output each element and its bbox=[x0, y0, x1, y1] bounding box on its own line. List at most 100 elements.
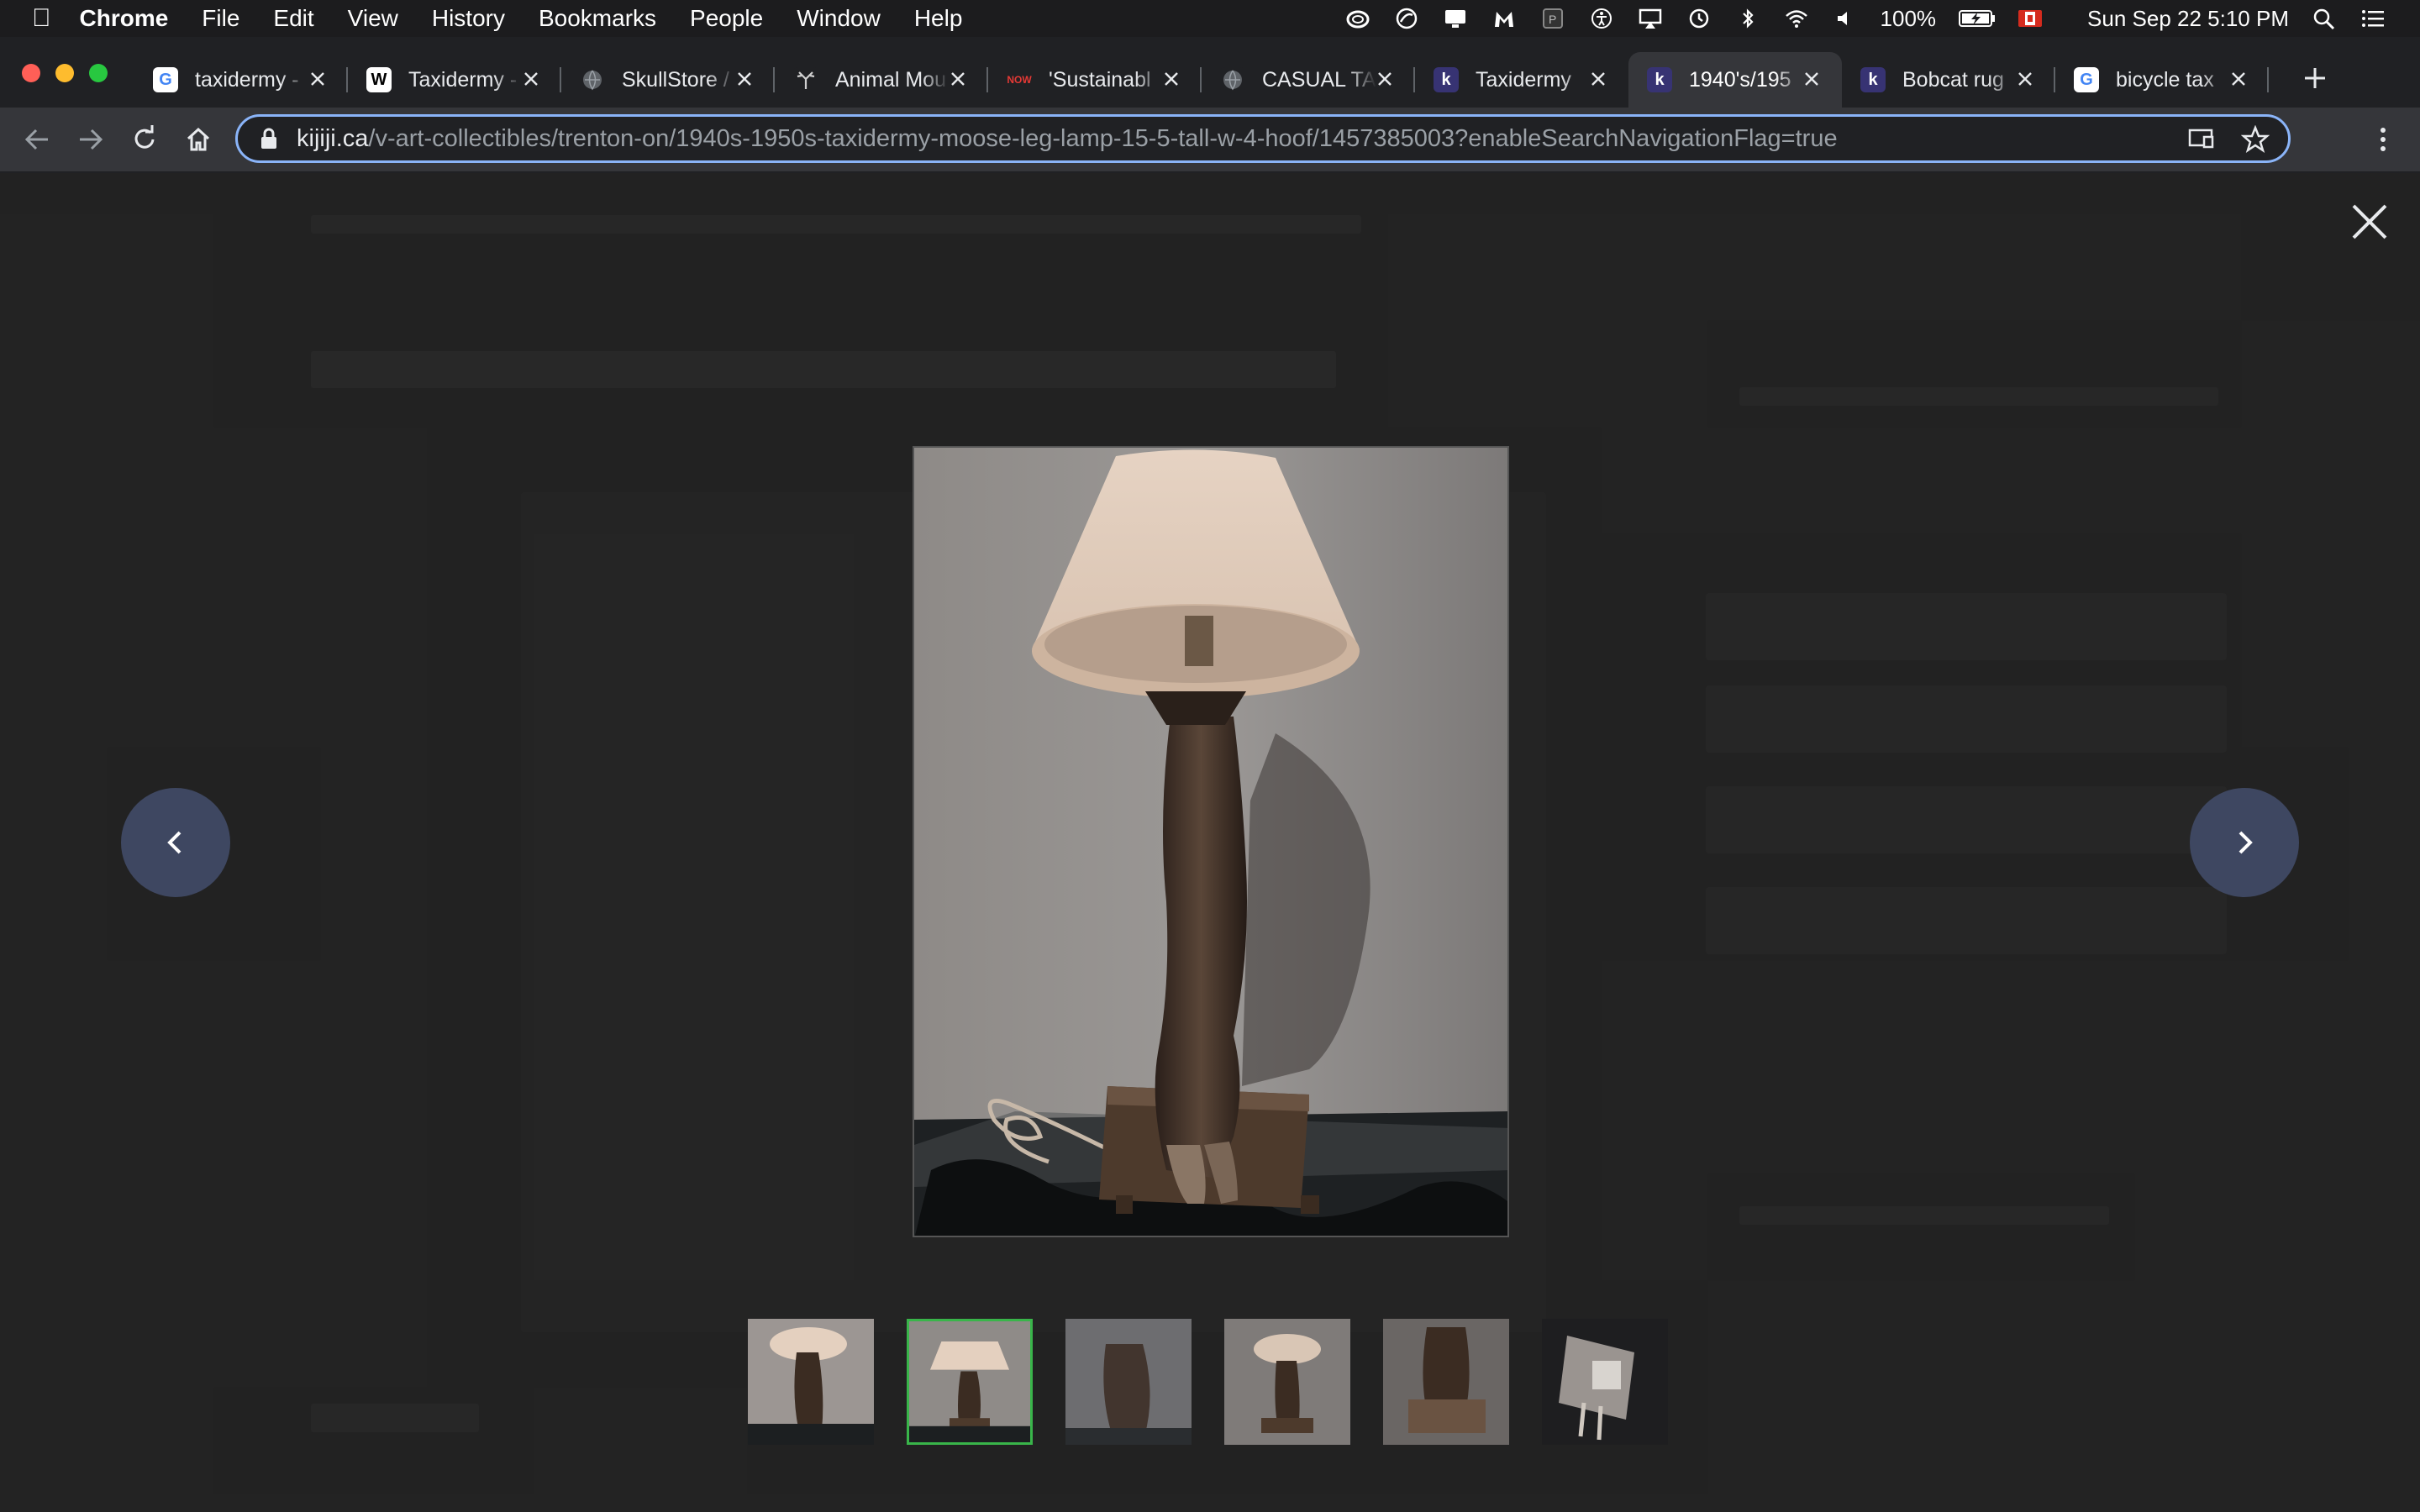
window-close-button[interactable] bbox=[22, 64, 40, 82]
macos-menu-bar:  Chrome File Edit View History Bookmark… bbox=[0, 0, 2420, 37]
plus-icon bbox=[2305, 68, 2325, 88]
volume-icon[interactable] bbox=[1832, 6, 1859, 31]
malwarebytes-icon[interactable] bbox=[1491, 6, 1518, 31]
apple-icon[interactable]:  bbox=[32, 4, 51, 33]
tab-favicon-icon: G bbox=[153, 67, 178, 92]
tab-title: CASUAL TA bbox=[1262, 67, 1376, 92]
menu-help[interactable]: Help bbox=[914, 5, 963, 32]
tab-2[interactable]: W Taxidermy - bbox=[348, 52, 561, 108]
tab-close-icon[interactable] bbox=[733, 67, 756, 91]
menu-history[interactable]: History bbox=[432, 5, 505, 32]
tab-separator bbox=[2267, 67, 2269, 92]
spotlight-search-icon[interactable] bbox=[2311, 6, 2338, 31]
tab-title: Animal Mou bbox=[835, 67, 946, 92]
canada-flag-icon[interactable] bbox=[2018, 10, 2043, 27]
tab-1[interactable]: Gtaxidermy - bbox=[134, 52, 348, 108]
window-minimize-button[interactable] bbox=[55, 64, 74, 82]
tab-5[interactable]: NOW 'Sustainabl bbox=[988, 52, 1202, 108]
tab-title: bicycle tax bbox=[2116, 67, 2214, 92]
close-icon bbox=[2352, 204, 2387, 239]
tab-7[interactable]: k Taxidermy bbox=[1415, 52, 1628, 108]
clock-text[interactable]: Sun Sep 22 5:10 PM bbox=[2087, 6, 2289, 32]
tab-close-icon[interactable] bbox=[519, 67, 543, 91]
tab-close-icon[interactable] bbox=[1373, 67, 1397, 91]
tab-favicon-icon: k bbox=[1434, 67, 1459, 92]
thumbnail-5[interactable] bbox=[1383, 1319, 1509, 1445]
airplay-icon[interactable] bbox=[1637, 6, 1664, 31]
tab-10[interactable]: Gbicycle tax bbox=[2055, 52, 2269, 108]
tab-close-icon[interactable] bbox=[946, 67, 970, 91]
accessibility-icon[interactable] bbox=[1588, 6, 1615, 31]
time-machine-icon[interactable] bbox=[1686, 6, 1712, 31]
thumbnail-6[interactable] bbox=[1542, 1319, 1668, 1445]
tab-title: 1940's/195 bbox=[1689, 67, 1791, 92]
creative-cloud-icon[interactable] bbox=[1344, 6, 1371, 31]
chevron-left-icon bbox=[167, 831, 182, 854]
lock-icon[interactable] bbox=[260, 127, 278, 150]
home-button[interactable] bbox=[178, 119, 218, 160]
menu-file[interactable]: File bbox=[202, 5, 239, 32]
page-viewport bbox=[0, 173, 2420, 1512]
bluetooth-icon[interactable] bbox=[1734, 6, 1761, 31]
thumbnail-4[interactable] bbox=[1224, 1319, 1350, 1445]
url-domain: kijiji.ca bbox=[297, 124, 369, 152]
status-area: P 100% Sun Sep 22 5:10 PM bbox=[1344, 0, 2386, 37]
lightbox-close-button[interactable] bbox=[2349, 201, 2391, 243]
p-app-icon[interactable]: P bbox=[1539, 6, 1566, 31]
tab-close-icon[interactable] bbox=[1800, 67, 1823, 91]
menu-edit[interactable]: Edit bbox=[273, 5, 313, 32]
tab-title: 'Sustainabl bbox=[1049, 67, 1151, 92]
thumbnail-1[interactable] bbox=[748, 1319, 874, 1445]
cast-icon[interactable] bbox=[2187, 127, 2216, 159]
tab-close-icon[interactable] bbox=[2227, 67, 2250, 91]
thumbnail-strip bbox=[748, 1319, 1668, 1446]
battery-charging-icon[interactable] bbox=[1958, 6, 1996, 31]
menu-bookmarks[interactable]: Bookmarks bbox=[539, 5, 656, 32]
battery-percent: 100% bbox=[1880, 5, 1937, 31]
tab-strip: Gtaxidermy - W Taxidermy - SkullStore / A… bbox=[0, 37, 2420, 108]
tab-6[interactable]: CASUAL TA bbox=[1202, 52, 1415, 108]
menu-window[interactable]: Window bbox=[797, 5, 881, 32]
wifi-icon[interactable] bbox=[1783, 6, 1810, 31]
reload-button[interactable] bbox=[124, 119, 165, 160]
new-tab-button[interactable] bbox=[2294, 57, 2336, 99]
url-path: /v-art-collectibles/trenton-on/1940s-195… bbox=[368, 124, 1838, 152]
tab-title: Taxidermy - bbox=[408, 67, 518, 92]
tab-title: SkullStore / bbox=[622, 67, 729, 92]
tab-4[interactable]: Animal Mou bbox=[775, 52, 988, 108]
tab-close-icon[interactable] bbox=[2013, 67, 2037, 91]
forward-button[interactable] bbox=[71, 119, 111, 160]
chrome-menu-button[interactable] bbox=[2363, 119, 2403, 160]
sync-circle-icon[interactable] bbox=[1393, 6, 1420, 31]
menu-view[interactable]: View bbox=[348, 5, 398, 32]
thumbnail-2[interactable] bbox=[907, 1319, 1033, 1445]
tab-list: Gtaxidermy - W Taxidermy - SkullStore / A… bbox=[134, 52, 2269, 108]
tab-favicon-icon bbox=[580, 67, 605, 92]
window-zoom-button[interactable] bbox=[89, 64, 108, 82]
main-listing-photo bbox=[913, 446, 1509, 1237]
tab-close-icon[interactable] bbox=[306, 67, 329, 91]
bookmark-star-icon[interactable] bbox=[2240, 124, 2270, 160]
display-icon[interactable] bbox=[1442, 6, 1469, 31]
notification-center-icon[interactable] bbox=[2360, 6, 2386, 31]
tab-title: Taxidermy bbox=[1476, 67, 1571, 92]
tab-favicon-icon bbox=[793, 67, 818, 92]
thumbnail-3[interactable] bbox=[1065, 1319, 1192, 1445]
next-image-button[interactable] bbox=[2190, 788, 2299, 897]
kebab-menu-icon bbox=[2381, 128, 2386, 151]
menu-people[interactable]: People bbox=[690, 5, 763, 32]
menu-app-chrome[interactable]: Chrome bbox=[80, 5, 169, 32]
tab-8[interactable]: k 1940's/195 bbox=[1628, 52, 1842, 108]
reload-icon bbox=[134, 125, 155, 149]
tab-favicon-icon: k bbox=[1647, 67, 1672, 92]
tab-3[interactable]: SkullStore / bbox=[561, 52, 775, 108]
address-bar[interactable]: kijiji.ca/v-art-collectibles/trenton-on/… bbox=[235, 114, 2291, 163]
tab-close-icon[interactable] bbox=[1586, 67, 1610, 91]
back-button[interactable] bbox=[17, 119, 57, 160]
tab-close-icon[interactable] bbox=[1160, 67, 1183, 91]
chevron-right-icon bbox=[2238, 831, 2253, 854]
tab-favicon-icon: W bbox=[366, 67, 392, 92]
tab-9[interactable]: k Bobcat rug bbox=[1842, 52, 2055, 108]
tab-favicon-icon bbox=[1220, 67, 1245, 92]
previous-image-button[interactable] bbox=[121, 788, 230, 897]
